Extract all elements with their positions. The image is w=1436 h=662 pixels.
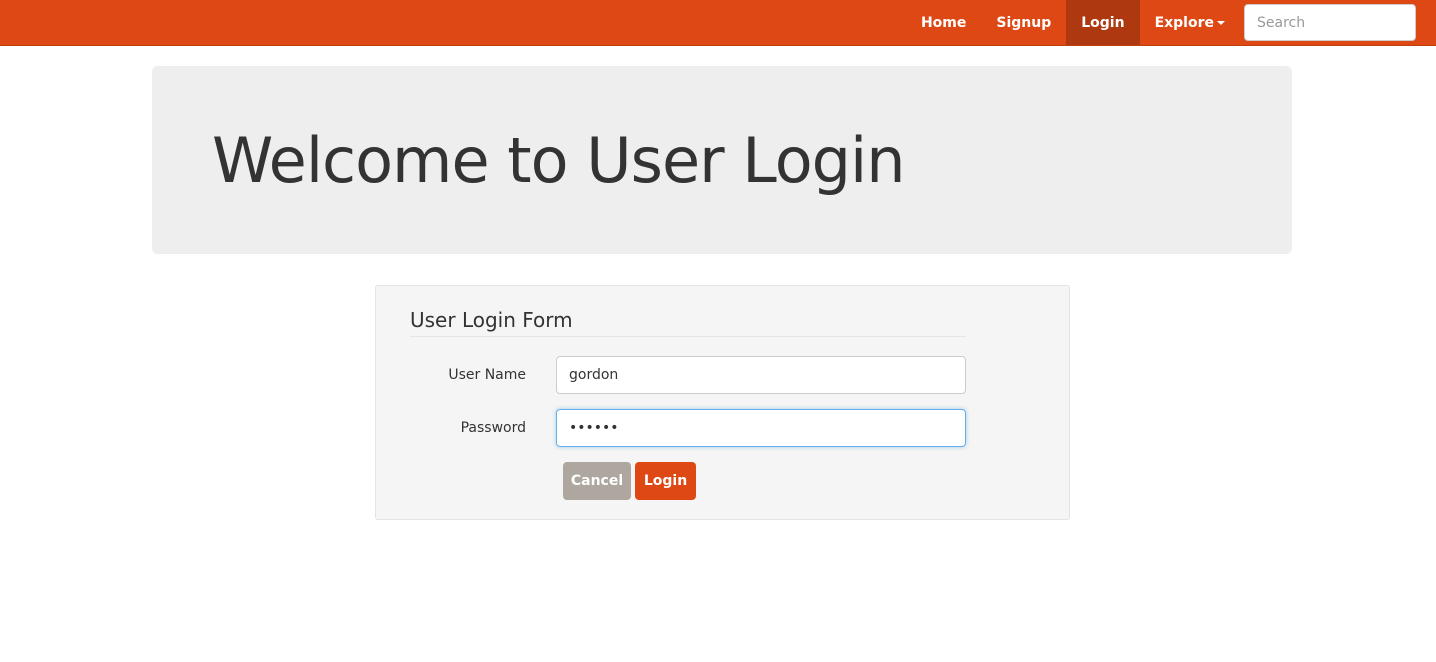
login-button[interactable]: Login [635, 462, 696, 500]
nav-home-link[interactable]: Home [906, 0, 981, 45]
nav-menu: Home Signup Login Explore [906, 0, 1416, 45]
top-navbar: Home Signup Login Explore [0, 0, 1436, 46]
login-form-panel: User Login Form User Name Password Cance… [375, 285, 1070, 520]
search-input[interactable] [1244, 4, 1416, 41]
form-legend: User Login Form [410, 308, 966, 337]
username-label: User Name [448, 367, 526, 383]
page-title: Welcome to User Login [212, 124, 906, 197]
hero-jumbotron: Welcome to User Login [152, 66, 1292, 254]
nav-explore-label: Explore [1154, 14, 1214, 31]
nav-signup-link[interactable]: Signup [981, 0, 1066, 45]
password-field[interactable] [556, 409, 966, 447]
caret-down-icon [1217, 20, 1225, 25]
nav-login-link[interactable]: Login [1066, 0, 1140, 45]
username-field[interactable] [556, 356, 966, 394]
nav-explore-dropdown[interactable]: Explore [1140, 0, 1240, 45]
cancel-button[interactable]: Cancel [563, 462, 631, 500]
password-label: Password [460, 420, 526, 436]
